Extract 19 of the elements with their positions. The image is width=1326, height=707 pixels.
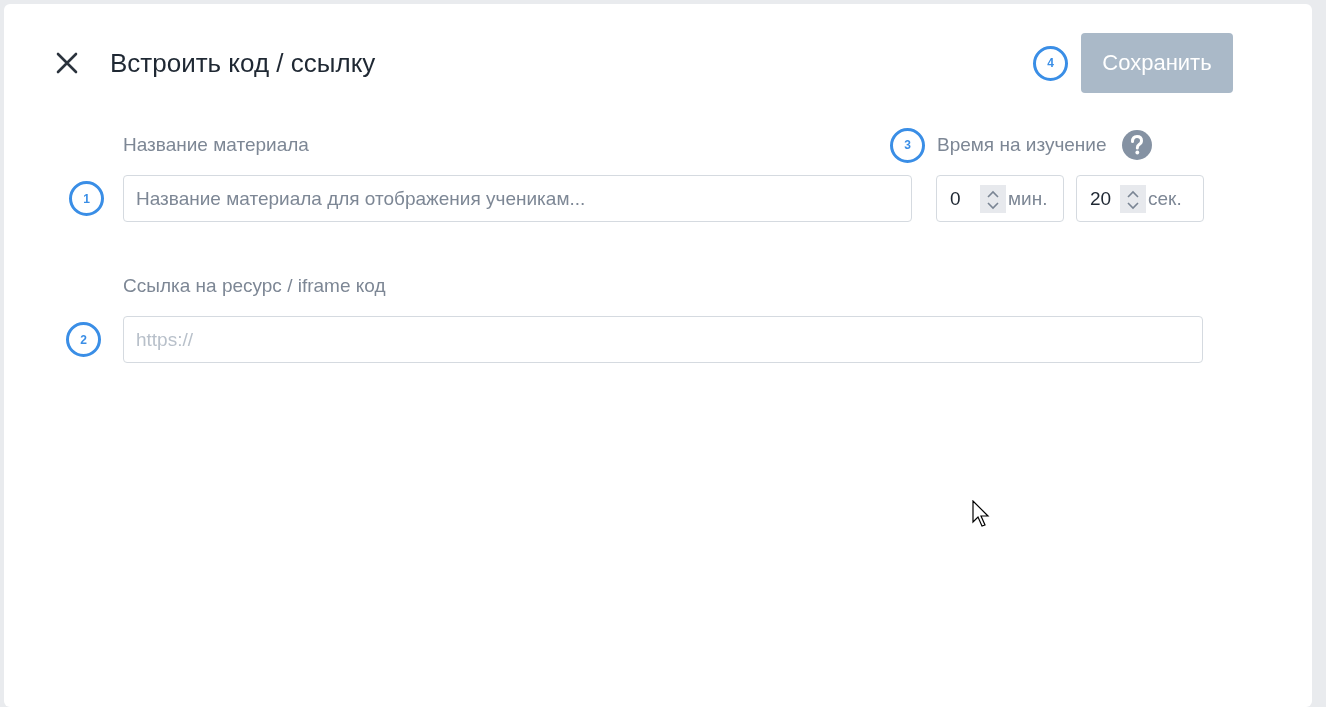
field-label: Ссылка на ресурс / iframe код [123,275,386,297]
number-input-field[interactable]: 0 мин. [936,175,1064,222]
field-label: Название материала [123,134,310,156]
help-icon[interactable] [1121,130,1152,160]
url-input-field[interactable]: https:// [123,316,1203,363]
stepper-icon[interactable] [980,184,1006,213]
text-input-field[interactable]: Название материала для отображения ученикам... [123,175,912,222]
stepper-icon[interactable] [1120,184,1146,213]
field-label: Время на изучение [937,134,1107,156]
unit-label: мин. [1008,187,1048,210]
number-input-field[interactable]: 20 сек. [1076,175,1204,222]
dialog-title: Встроить код / ссылку [110,47,376,79]
step-number-badge: 4 [1033,45,1068,81]
close-icon[interactable] [56,52,78,74]
step-number-badge: 2 [66,322,101,357]
unit-label: сек. [1148,187,1182,210]
step-number-badge: 3 [890,127,925,163]
mouse-pointer-icon [972,500,992,528]
step-number-badge: 1 [69,181,104,216]
